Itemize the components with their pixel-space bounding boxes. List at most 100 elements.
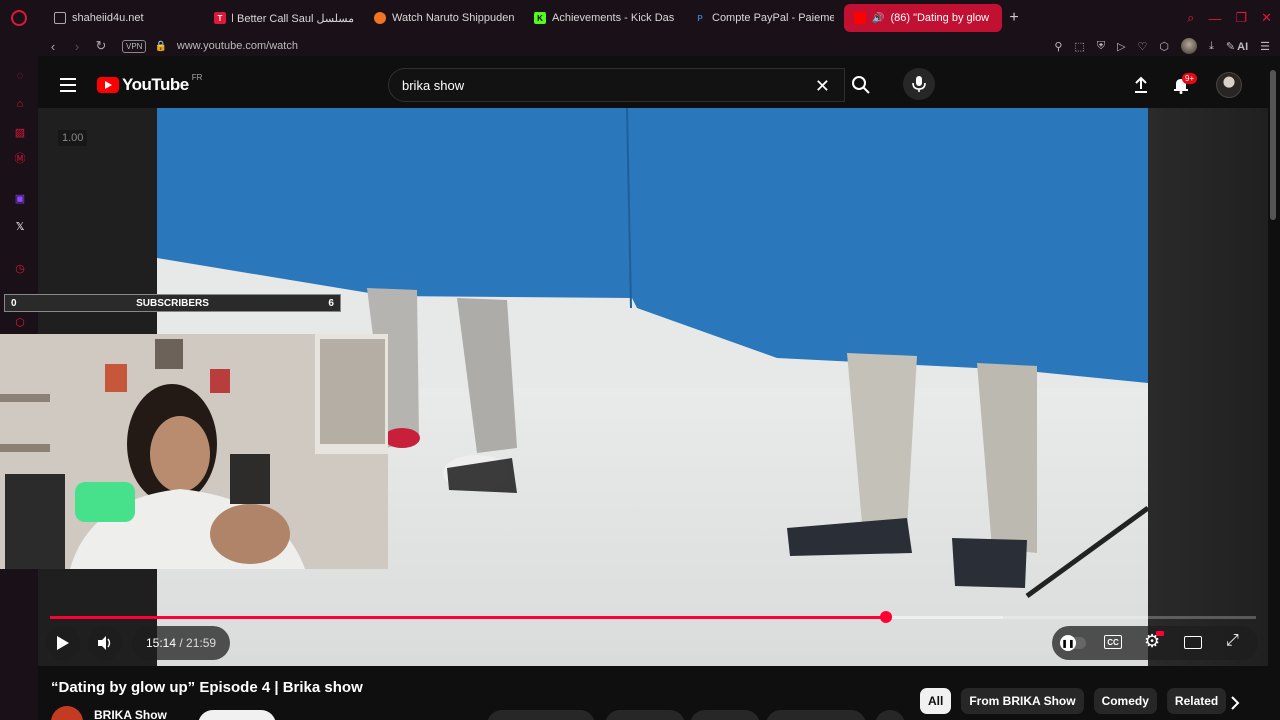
pin-icon[interactable]: ⚲ [1054,40,1062,53]
extensions-icon[interactable]: ⬡ [1159,40,1169,53]
hamburger-menu-icon[interactable] [60,78,76,96]
sidebar-twitch-icon[interactable]: ▣ [12,190,28,206]
like-dislike-button[interactable] [487,710,595,720]
sidebar-settings-icon[interactable]: ⬡ [12,314,28,330]
youtube-icon [854,12,866,24]
tab-5[interactable]: P Compte PayPal - Paiement [684,4,844,32]
hd-badge [1156,631,1164,636]
time-display: 15:14 / 21:59 [132,626,231,660]
url-field[interactable]: www.youtube.com/watch [177,40,298,52]
sidebar-crypto-icon[interactable]: ⌂ [12,96,28,112]
upload-icon[interactable] [1132,76,1150,94]
autoplay-toggle[interactable]: ❚❚ [1060,635,1086,651]
search-value: brika show [402,78,465,93]
subscriber-goal-bar: 0 SUBSCRIBERS 6 [4,294,341,312]
sidebar-feed-icon[interactable]: ▨ [12,124,28,140]
chip-related[interactable]: Related [1166,688,1227,714]
webcam-scene [0,334,388,569]
subscribe-button[interactable] [198,710,276,720]
notification-badge: 9+ [1182,73,1198,84]
played-bar [50,616,886,619]
ai-label: AI [1237,40,1249,53]
download-icon[interactable]: ⤓ [1209,40,1214,53]
current-time: 15:14 [146,636,177,650]
right-controls: ❚❚ CC ⚙ ⤢ [1052,626,1258,660]
seek-bar[interactable] [50,611,1256,623]
reload-icon[interactable]: ↻ [90,36,112,56]
tab-title: shaheiid4u.net [72,12,144,24]
chip-from-channel[interactable]: From BRIKA Show [961,688,1084,714]
video-title: “Dating by glow up” Episode 4 | Brika sh… [51,679,363,696]
close-window-icon[interactable]: ✕ [1261,10,1272,26]
shield-icon[interactable]: ⛨ [1097,40,1105,53]
back-icon[interactable]: ‹ [42,36,64,56]
tab-4[interactable]: K Achievements - Kick Dash [524,4,684,32]
minimize-icon[interactable]: — [1208,11,1221,26]
chip-all[interactable]: All [920,688,952,714]
forward-icon[interactable]: › [66,36,88,56]
tab-title: Compte PayPal - Paiement [712,12,834,24]
menu-icon[interactable]: ☰ [1260,40,1270,53]
time-separator: / [176,636,187,650]
browser-tab-bar: shaheiid4u.net T مسلسل Better Call Saul … [0,0,1280,36]
play-icon [57,636,69,650]
related-chips: All From BRIKA Show Comedy Related [920,688,1227,714]
search-input[interactable]: brika show ✕ [388,68,845,102]
heart-icon[interactable]: ♡ [1138,40,1148,53]
tab-2[interactable]: T مسلسل Better Call Saul الـ [204,4,364,32]
clear-search-icon[interactable]: ✕ [815,76,830,97]
sidebar-aria-icon[interactable]: ◌ [12,68,28,84]
youtube-header: YouTube FR brika show ✕ 9+ [38,56,1280,108]
tab-title: Watch Naruto Shippuden - [392,12,514,24]
share-button[interactable] [605,710,685,720]
new-tab-button[interactable]: + [1002,6,1026,30]
tab-title: (86) "Dating by glow up" [890,12,992,24]
youtube-play-icon [97,77,119,93]
tab-title: Achievements - Kick Dash [552,12,674,24]
tab-1[interactable]: shaheiid4u.net [44,4,204,32]
captions-icon[interactable]: CC [1104,635,1122,649]
duration: 21:59 [186,636,217,650]
volume-icon [98,636,111,650]
microphone-icon [912,76,926,92]
lock-icon[interactable]: 🔒 [154,41,166,52]
sidebar-history-icon[interactable]: ◷ [12,260,28,276]
tab-3[interactable]: Watch Naruto Shippuden - [364,4,524,32]
download-button[interactable] [766,710,866,720]
country-code: FR [191,72,203,82]
sub-start: 0 [11,297,17,309]
chevron-right-icon[interactable] [1226,694,1244,712]
sidebar-x-icon[interactable]: 𝕏 [12,218,28,234]
tab-active[interactable]: 🔊 (86) "Dating by glow up" [844,4,1002,32]
fullscreen-icon[interactable]: ⤢ [1226,632,1239,650]
page-scrollbar[interactable] [1270,70,1276,220]
speaker-icon[interactable]: 🔊 [872,13,884,24]
aria-ai-button[interactable]: ✎ AI [1226,40,1248,53]
paypal-icon: P [697,13,703,23]
profile-avatar[interactable] [1181,38,1198,54]
sub-label: SUBSCRIBERS [136,297,209,309]
kick-icon: K [534,12,546,24]
volume-button[interactable] [88,626,122,660]
vpn-badge[interactable]: VPN [122,39,147,53]
search-button[interactable] [843,68,879,102]
snapshot-icon[interactable]: ⬚ [1074,40,1084,53]
youtube-logo[interactable]: YouTube FR [97,72,203,95]
player-icon[interactable]: ▷ [1117,40,1125,53]
chip-comedy[interactable]: Comedy [1093,688,1157,714]
search-tabs-icon[interactable]: ⌕ [1187,10,1194,26]
sidebar-m-icon[interactable]: Ⓜ [12,150,28,166]
account-avatar[interactable] [1216,72,1242,98]
channel-avatar[interactable] [51,706,83,720]
more-actions-button[interactable] [875,710,905,720]
theater-mode-icon[interactable] [1184,636,1202,649]
opera-logo-icon[interactable] [0,0,38,36]
play-button[interactable] [46,626,80,660]
seek-knob[interactable] [879,611,892,623]
save-button[interactable] [690,710,760,720]
channel-name[interactable]: BRIKA Show [94,708,167,720]
search-icon [852,76,870,94]
voice-search-button[interactable] [903,68,935,100]
maximize-icon[interactable]: ❐ [1235,10,1247,26]
doc-icon [54,12,66,24]
